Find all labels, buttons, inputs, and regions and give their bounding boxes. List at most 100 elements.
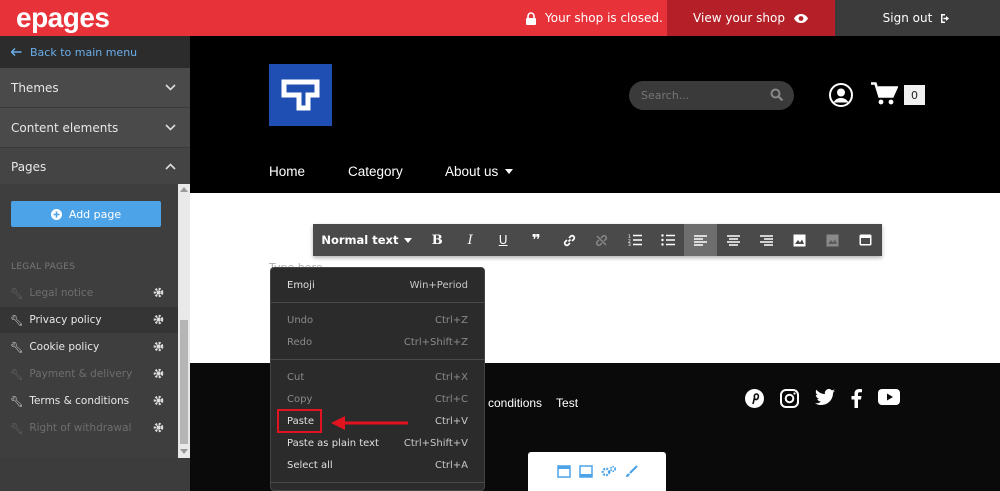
page-item-label: Legal notice (29, 287, 94, 299)
sidebar-section-pages[interactable]: Pages (0, 148, 190, 186)
wrench-icon: 🔧︎ (10, 314, 24, 327)
sign-out-button[interactable]: Sign out (835, 0, 1000, 36)
social-icons (745, 389, 900, 408)
align-center-button[interactable] (717, 224, 750, 256)
page-item-label: Right of withdrawal (29, 422, 132, 434)
layout-footer-icon[interactable] (578, 465, 593, 478)
context-menu: Emoji Win+Period Undo Ctrl+Z Redo Ctrl+S… (270, 267, 485, 491)
wrench-icon: 🔧︎ (10, 341, 24, 354)
gear-icon[interactable] (153, 287, 164, 301)
remove-format-button[interactable] (816, 224, 849, 256)
nav-home[interactable]: Home (269, 164, 348, 179)
sidebar-scrollbar[interactable] (178, 184, 190, 458)
chevron-down-icon (165, 84, 176, 91)
menu-item-label: Paste as plain text (287, 437, 379, 449)
bullet-list-button[interactable] (651, 224, 684, 256)
twitter-icon[interactable] (815, 389, 835, 406)
back-to-main-menu-link[interactable]: Back to main menu (0, 36, 190, 68)
sidebar-section-content-elements[interactable]: Content elements (0, 108, 190, 148)
page-item-terms-conditions[interactable]: 🔧︎ Terms & conditions (0, 388, 178, 414)
nav-category[interactable]: Category (348, 164, 445, 179)
menu-separator (271, 359, 484, 360)
align-left-icon (694, 234, 708, 246)
menu-item-undo[interactable]: Undo Ctrl+Z (271, 309, 484, 331)
page-item-right-of-withdrawal[interactable]: 🔧︎ Right of withdrawal (0, 415, 178, 441)
gear-icon[interactable] (153, 395, 164, 409)
user-icon[interactable] (829, 83, 853, 107)
epages-logo[interactable]: epages (16, 2, 110, 34)
page-item-payment-delivery[interactable]: 🔧︎ Payment & delivery (0, 361, 178, 387)
layout-header-icon[interactable] (556, 465, 571, 478)
facebook-icon[interactable] (851, 389, 862, 408)
align-right-icon (760, 234, 774, 246)
underline-button[interactable]: U (487, 224, 520, 256)
gear-icon[interactable] (153, 422, 164, 436)
youtube-icon[interactable] (878, 389, 900, 405)
menu-item-shortcut: Ctrl+Z (434, 314, 468, 326)
insert-image-button[interactable] (783, 224, 816, 256)
ordered-list-button[interactable]: 123 (618, 224, 651, 256)
menu-item-redo[interactable]: Redo Ctrl+Shift+Z (271, 331, 484, 353)
view-shop-button[interactable]: View your shop (667, 0, 835, 36)
chevron-down-icon (165, 124, 176, 131)
text-style-label: Normal text (321, 233, 399, 247)
gear-icon[interactable] (153, 341, 164, 355)
scrollbar-thumb[interactable] (180, 320, 188, 444)
page-item-cookie-policy[interactable]: 🔧︎ Cookie policy (0, 334, 178, 360)
image-icon (793, 234, 806, 246)
menu-item-label: Select all (287, 459, 333, 471)
chevron-up-icon (165, 163, 176, 170)
gear-icon[interactable] (153, 314, 164, 328)
italic-button[interactable]: I (454, 224, 487, 256)
menu-item-copy[interactable]: Copy Ctrl+C (271, 388, 484, 410)
menu-item-shortcut: Ctrl+A (434, 459, 468, 471)
menu-item-paste-plain-text[interactable]: Paste as plain text Ctrl+Shift+V (271, 432, 484, 454)
menu-item-label: Cut (287, 371, 305, 383)
nav-about-us-label: About us (445, 164, 499, 179)
add-page-button[interactable]: Add page (11, 201, 161, 227)
page-item-label: Payment & delivery (29, 368, 133, 380)
sidebar-section-themes[interactable]: Themes (0, 68, 190, 108)
brush-icon[interactable] (625, 465, 638, 478)
wrench-icon: 🔧︎ (10, 368, 24, 381)
shop-logo[interactable] (269, 64, 332, 126)
page-item-label: Privacy policy (29, 314, 102, 326)
menu-item-select-all[interactable]: Select all Ctrl+A (271, 454, 484, 476)
page-item-privacy-policy[interactable]: 🔧︎ Privacy policy (0, 307, 178, 333)
bold-button[interactable]: B (421, 224, 454, 256)
pinterest-icon[interactable] (745, 389, 764, 408)
settings-gears-icon[interactable] (601, 465, 617, 478)
sign-out-label: Sign out (882, 11, 933, 25)
scroll-up-icon[interactable] (180, 187, 188, 192)
section-label: Pages (11, 159, 47, 174)
section-label: Content elements (11, 120, 119, 135)
align-center-icon (727, 234, 741, 246)
menu-item-emoji[interactable]: Emoji Win+Period (271, 274, 484, 296)
menu-item-shortcut: Win+Period (409, 279, 468, 291)
instagram-icon[interactable] (780, 389, 799, 408)
quote-button[interactable]: ❞ (520, 224, 553, 256)
nav-about-us[interactable]: About us (445, 164, 514, 179)
align-right-button[interactable] (750, 224, 783, 256)
embed-button[interactable] (849, 224, 882, 256)
ordered-list-icon: 123 (628, 234, 642, 246)
page-item-legal-notice[interactable]: 🔧︎ Legal notice (0, 280, 178, 306)
top-bar: epages Your shop is closed. View your sh… (0, 0, 1000, 36)
page-item-label: Cookie policy (29, 341, 100, 353)
scroll-down-icon[interactable] (180, 449, 188, 454)
link-button[interactable] (553, 224, 586, 256)
text-style-dropdown[interactable]: Normal text (313, 224, 421, 256)
unlink-button[interactable] (586, 224, 619, 256)
cart-icon[interactable] (871, 82, 898, 105)
footer-link-conditions[interactable]: conditions (488, 396, 542, 410)
align-left-button[interactable] (684, 224, 718, 256)
bullet-list-icon (661, 234, 675, 246)
eye-icon (793, 13, 808, 23)
menu-item-cut[interactable]: Cut Ctrl+X (271, 366, 484, 388)
footer-link-test[interactable]: Test (556, 396, 578, 410)
search-icon[interactable] (770, 88, 784, 102)
gear-icon[interactable] (153, 368, 164, 382)
annotation-arrow-icon (331, 416, 408, 430)
wrench-icon: 🔧︎ (10, 287, 24, 300)
sidebar: Back to main menu Themes Content element… (0, 36, 190, 491)
